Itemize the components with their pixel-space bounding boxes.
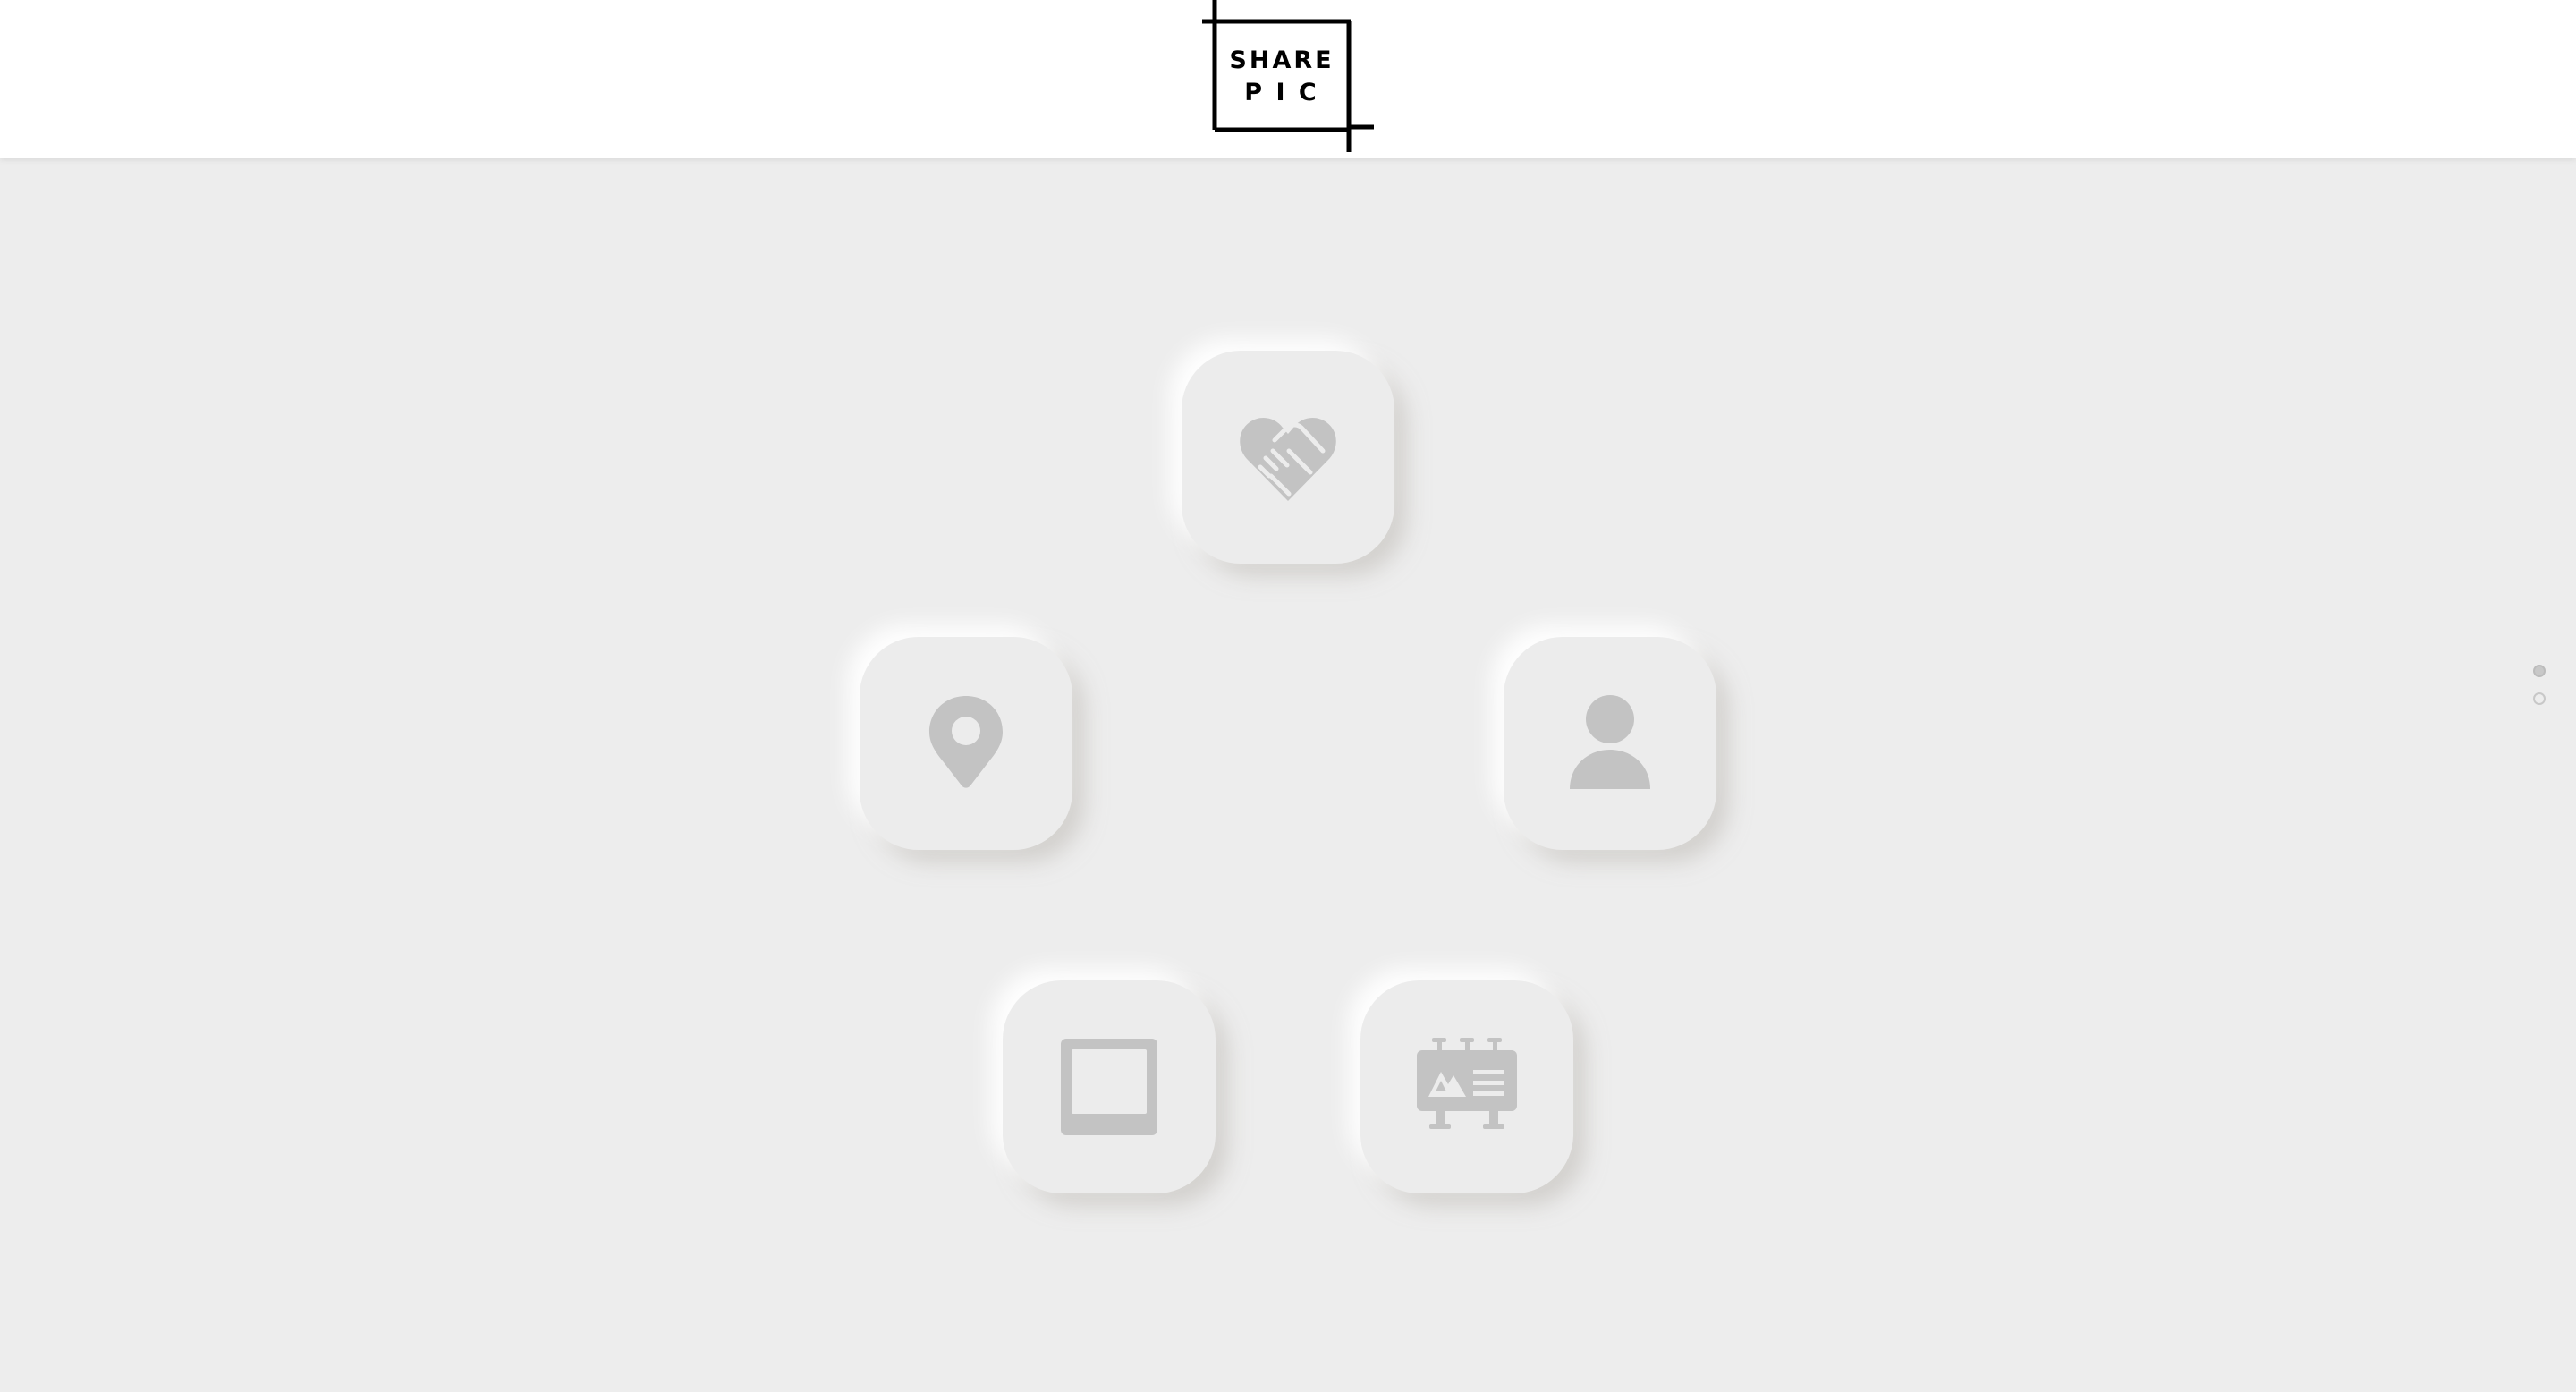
screen-frame-icon <box>1061 1039 1157 1135</box>
logo-text-line2: P I C <box>1244 79 1318 106</box>
page-dots <box>2531 665 2549 713</box>
logo-text-line1: SHARE <box>1229 47 1334 74</box>
user-profile-tile[interactable] <box>1504 637 1716 850</box>
location-pin-icon <box>929 696 1003 788</box>
page-dot-1-active[interactable] <box>2533 665 2546 677</box>
billboard-icon <box>1417 1038 1517 1129</box>
main-content <box>0 158 2576 1392</box>
page-dot-2[interactable] <box>2533 692 2546 705</box>
user-icon <box>1570 695 1650 789</box>
logo-mark: SHARE P I C <box>1202 0 1374 152</box>
screen-frame-tile[interactable] <box>1003 980 1216 1193</box>
site-header: SHARE P I C <box>0 0 2576 158</box>
billboard-tile[interactable] <box>1360 980 1573 1193</box>
location-pin-tile[interactable] <box>860 637 1072 850</box>
sharepic-logo[interactable]: SHARE P I C <box>1199 0 1377 154</box>
handshake-heart-tile[interactable] <box>1182 351 1394 564</box>
handshake-heart-icon <box>1240 418 1336 501</box>
